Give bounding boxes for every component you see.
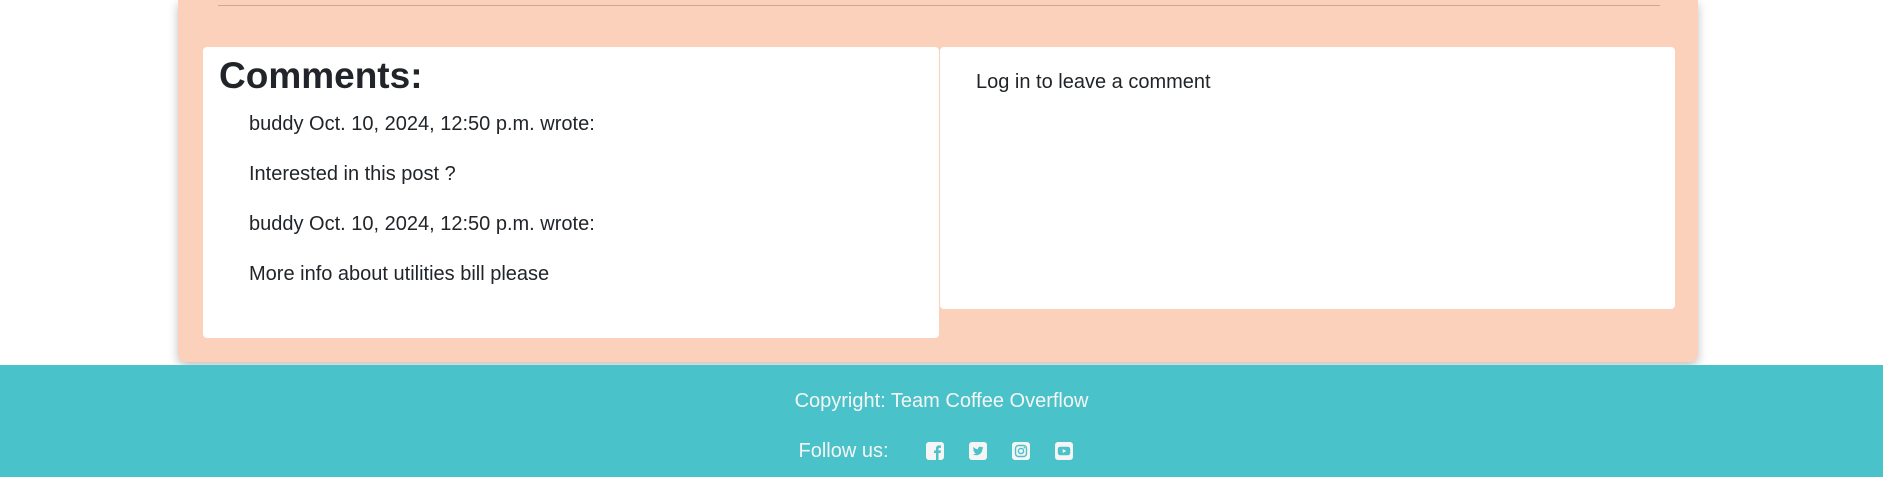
youtube-icon[interactable] xyxy=(1054,441,1074,461)
comment-item: buddy Oct. 10, 2024, 12:50 p.m. wrote: M… xyxy=(249,212,939,286)
comment-body: More info about utilities bill please xyxy=(249,263,550,285)
facebook-icon[interactable] xyxy=(925,441,945,461)
comment-form-panel: Log in to leave a comment xyxy=(940,47,1675,309)
divider xyxy=(218,5,1660,6)
follow-us-label: Follow us: xyxy=(798,440,889,462)
footer: Copyright: Team Coffee Overflow Follow u… xyxy=(0,365,1883,477)
follow-us-row: Follow us: xyxy=(0,439,1883,463)
login-to-comment-prompt: Log in to leave a comment xyxy=(976,71,1211,93)
comments-heading: Comments: xyxy=(219,55,423,96)
comment-author-date: buddy Oct. 10, 2024, 12:50 p.m. wrote: xyxy=(249,213,595,235)
comment-item: buddy Oct. 10, 2024, 12:50 p.m. wrote: I… xyxy=(249,112,939,186)
comment-body: Interested in this post ? xyxy=(249,163,456,185)
copyright-text: Copyright: Team Coffee Overflow xyxy=(794,390,1089,412)
twitter-icon[interactable] xyxy=(968,441,988,461)
comment-author-date: buddy Oct. 10, 2024, 12:50 p.m. wrote: xyxy=(249,113,595,135)
post-card: Comments: buddy Oct. 10, 2024, 12:50 p.m… xyxy=(178,0,1698,362)
comments-panel: Comments: buddy Oct. 10, 2024, 12:50 p.m… xyxy=(203,47,939,338)
instagram-icon[interactable] xyxy=(1011,441,1031,461)
comment-list: buddy Oct. 10, 2024, 12:50 p.m. wrote: I… xyxy=(219,100,939,286)
